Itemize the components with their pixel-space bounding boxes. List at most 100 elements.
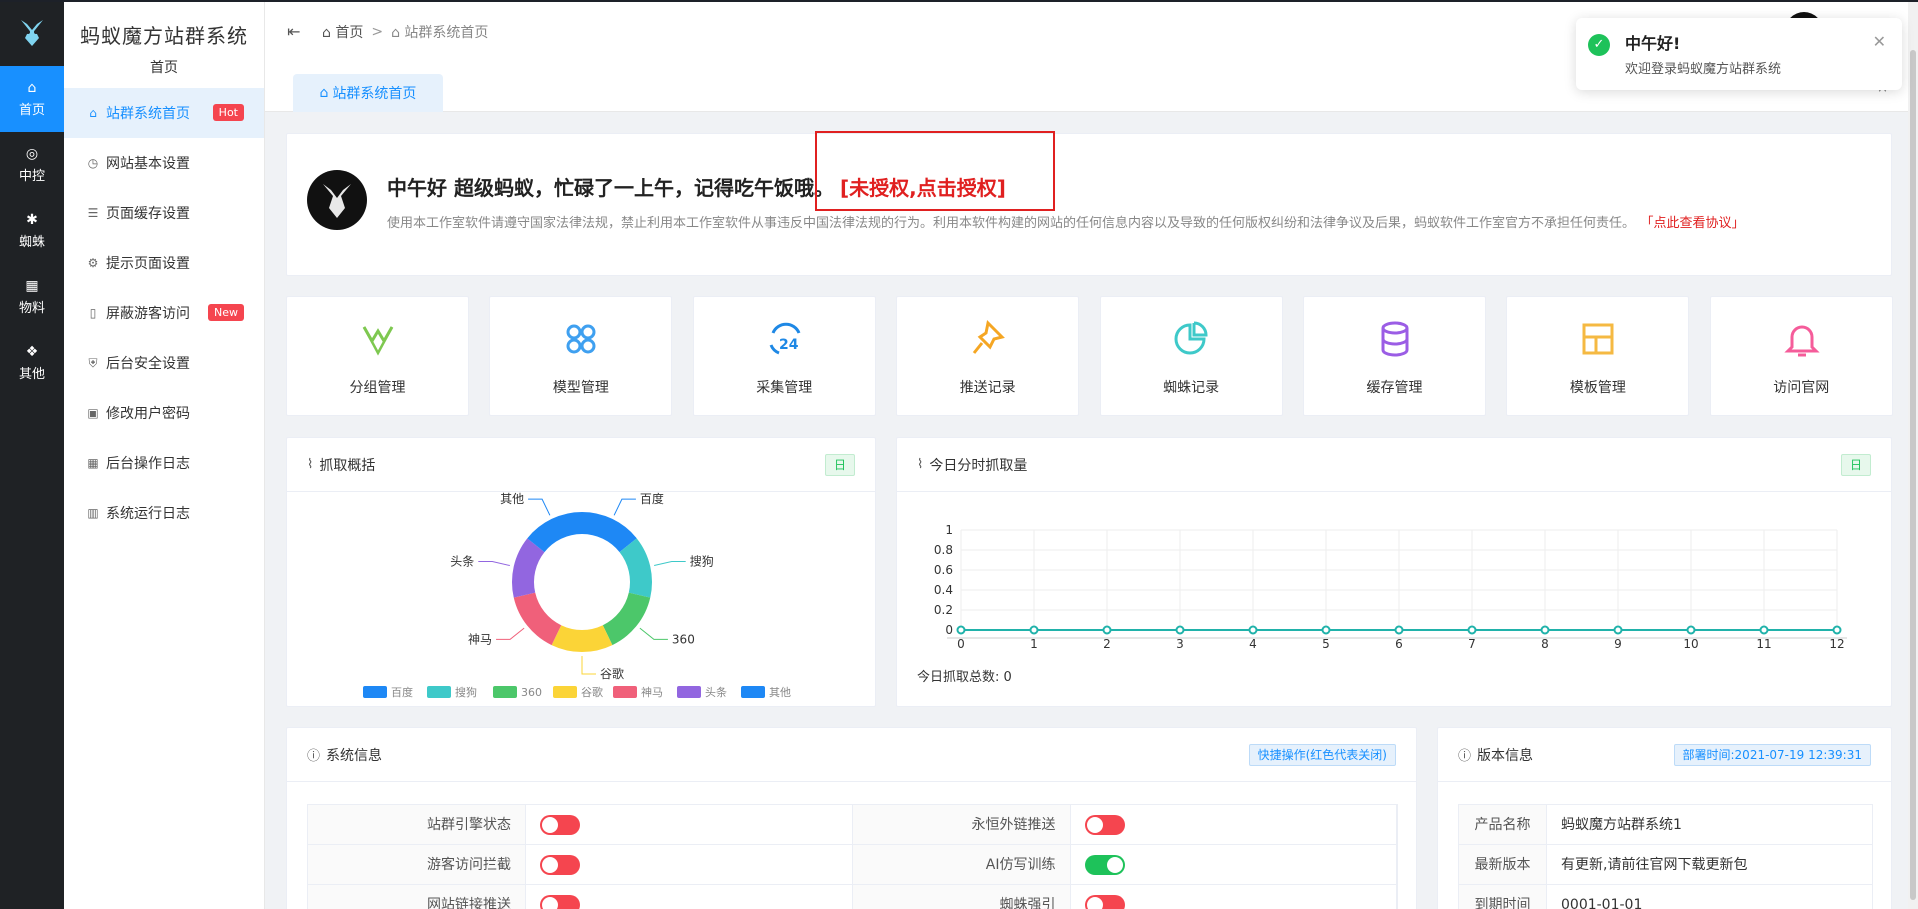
legend-swatch xyxy=(553,686,577,698)
sidebar-item-6[interactable]: ▣ 修改用户密码 xyxy=(64,388,264,438)
gear-icon: ⚙ xyxy=(87,256,99,270)
quick-action-label: 缓存管理 xyxy=(1366,380,1423,396)
quick-action-layout[interactable]: 模板管理 xyxy=(1506,296,1690,416)
quick-action-collect[interactable]: 24 采集管理 xyxy=(692,296,876,416)
data-point[interactable] xyxy=(1248,625,1258,635)
scrollbar-thumb[interactable] xyxy=(1910,50,1916,900)
data-point[interactable] xyxy=(1175,625,1185,635)
switch-cell: 游客访问拦截 xyxy=(308,845,853,884)
primary-nav-rail: ⌂ 首页 ◎ 中控 ✱ 蜘蛛 ▦ 物料 ❖ 其他 xyxy=(0,0,64,909)
quick-action-label: 采集管理 xyxy=(756,380,813,396)
donut-slice[interactable] xyxy=(602,592,651,646)
x-tick-label: 7 xyxy=(1468,637,1476,651)
x-tick-label: 0 xyxy=(957,637,965,651)
slice-label-line xyxy=(496,627,525,640)
agreement-link[interactable]: 「点此查看协议」 xyxy=(1647,216,1745,231)
sidebar-item-5[interactable]: ⛨ 后台安全设置 xyxy=(64,338,264,388)
period-chip[interactable]: 日 xyxy=(824,454,855,476)
toggle-switch[interactable] xyxy=(1084,894,1125,909)
rail-item-0[interactable]: ⌂ 首页 xyxy=(0,66,64,132)
quick-action-database[interactable]: 缓存管理 xyxy=(1303,296,1486,416)
quick-action-pie[interactable]: 蜘蛛记录 xyxy=(1099,296,1283,416)
period-chip[interactable]: 日 xyxy=(1840,454,1871,476)
x-tick-label: 12 xyxy=(1829,637,1844,651)
data-point[interactable] xyxy=(1832,625,1842,635)
greeting-text: 中午好 超级蚂蚁，忙碌了一上午，记得吃午饭哦。 xyxy=(387,176,834,200)
panel-header: ⌇ 今日分时抓取量 日 xyxy=(897,438,1891,492)
data-point[interactable] xyxy=(1467,625,1477,635)
slice-label-line xyxy=(478,561,510,567)
bar-icon: ▥ xyxy=(87,506,99,520)
table-row: 到期时间 0001-01-01 xyxy=(1459,885,1872,909)
rail-item-3[interactable]: ▦ 物料 xyxy=(0,264,64,330)
shield-icon: ⛨ xyxy=(88,355,98,370)
legend-item[interactable]: 搜狗 xyxy=(427,685,477,699)
rail-item-4[interactable]: ❖ 其他 xyxy=(0,330,64,396)
toggle-switch[interactable] xyxy=(540,854,580,875)
donut-slice[interactable] xyxy=(551,625,613,652)
toggle-switch[interactable] xyxy=(1084,814,1125,835)
y-tick-label: 0 xyxy=(945,623,953,637)
quick-action-group[interactable]: 分组管理 xyxy=(286,296,469,416)
slice-label: 头条 xyxy=(450,555,474,569)
breadcrumb: ⌂ 首页 > ⌂ 站群系统首页 xyxy=(322,22,488,42)
data-point[interactable] xyxy=(1321,625,1331,635)
home-icon: ⌂ xyxy=(391,25,400,41)
toggle-switch[interactable] xyxy=(540,814,580,835)
sidebar-item-0[interactable]: ⌂ 站群系统首页 Hot xyxy=(64,88,264,138)
x-tick-label: 2 xyxy=(1103,637,1111,651)
layout-icon xyxy=(1582,323,1614,355)
data-point[interactable] xyxy=(1540,625,1550,635)
rail-item-label: 物料 xyxy=(18,301,45,316)
toggle-switch[interactable] xyxy=(1084,854,1125,875)
breadcrumb-home[interactable]: ⌂ 首页 xyxy=(322,22,363,42)
legend-item[interactable]: 神马 xyxy=(613,685,663,699)
legend-item[interactable]: 其他 xyxy=(741,686,791,699)
line-chart-icon: ⌇ xyxy=(307,457,314,472)
sidebar-item-label: 网站基本设置 xyxy=(106,156,190,172)
rail-item-1[interactable]: ◎ 中控 xyxy=(0,132,64,198)
sidebar-item-2[interactable]: ☰ 页面缓存设置 xyxy=(64,188,264,238)
authorize-link[interactable]: [未授权,点击授权] xyxy=(840,172,1006,201)
toggle-switch[interactable] xyxy=(540,894,580,909)
panel-header: ⌇ 抓取概括 日 xyxy=(287,438,875,492)
data-point[interactable] xyxy=(956,625,966,635)
svg-text:24: 24 xyxy=(779,337,799,353)
bell-icon xyxy=(1784,325,1820,357)
version-value: 有更新,请前往官网下载更新包 xyxy=(1561,857,1748,873)
close-icon[interactable]: ✕ xyxy=(1873,32,1886,51)
x-tick-label: 4 xyxy=(1249,637,1257,651)
legend-item[interactable]: 头条 xyxy=(677,685,727,699)
tab-home[interactable]: ⌂ 站群系统首页 xyxy=(293,74,443,112)
quick-action-bell[interactable]: 访问官网 xyxy=(1709,296,1893,416)
quick-action-pin[interactable]: 推送记录 xyxy=(896,296,1080,416)
sidebar-item-1[interactable]: ◷ 网站基本设置 xyxy=(64,138,264,188)
sidebar-item-7[interactable]: ▦ 后台操作日志 xyxy=(64,438,264,488)
sidebar-item-4[interactable]: ▯ 屏蔽游客访问 New xyxy=(64,288,264,338)
rail-item-2[interactable]: ✱ 蜘蛛 xyxy=(0,198,64,264)
sidebar-item-label: 提示页面设置 xyxy=(106,256,190,272)
page-scrollbar[interactable] xyxy=(1908,0,1918,909)
legend-swatch xyxy=(363,686,387,698)
x-tick-label: 8 xyxy=(1541,637,1549,651)
legend-item[interactable]: 360 xyxy=(493,686,542,699)
legend-item[interactable]: 百度 xyxy=(363,685,413,699)
spider-source-donut-chart: 百度搜狗360谷歌神马头条其他百度 搜狗 360 谷歌 神马 头条 其他 xyxy=(363,492,791,699)
quick-action-model[interactable]: 模型管理 xyxy=(489,296,673,416)
data-point[interactable] xyxy=(1102,625,1112,635)
menu-fold-icon[interactable]: ⇤ xyxy=(287,22,300,41)
home-icon: ⌂ xyxy=(27,80,37,96)
sidebar-item-8[interactable]: ▥ 系统运行日志 xyxy=(64,488,264,538)
data-point[interactable] xyxy=(1686,625,1696,635)
sidebar-item-3[interactable]: ⚙ 提示页面设置 xyxy=(64,238,264,288)
data-point[interactable] xyxy=(1613,625,1623,635)
app-section-title: 首页 xyxy=(150,60,178,76)
legend-item[interactable]: 谷歌 xyxy=(553,685,603,699)
quick-action-label: 推送记录 xyxy=(959,380,1016,396)
app-logo[interactable] xyxy=(0,0,64,66)
data-point[interactable] xyxy=(1029,625,1039,635)
slice-label-line xyxy=(528,498,551,516)
data-point[interactable] xyxy=(1759,625,1769,635)
data-point[interactable] xyxy=(1394,625,1404,635)
donut-slice[interactable] xyxy=(513,592,562,646)
